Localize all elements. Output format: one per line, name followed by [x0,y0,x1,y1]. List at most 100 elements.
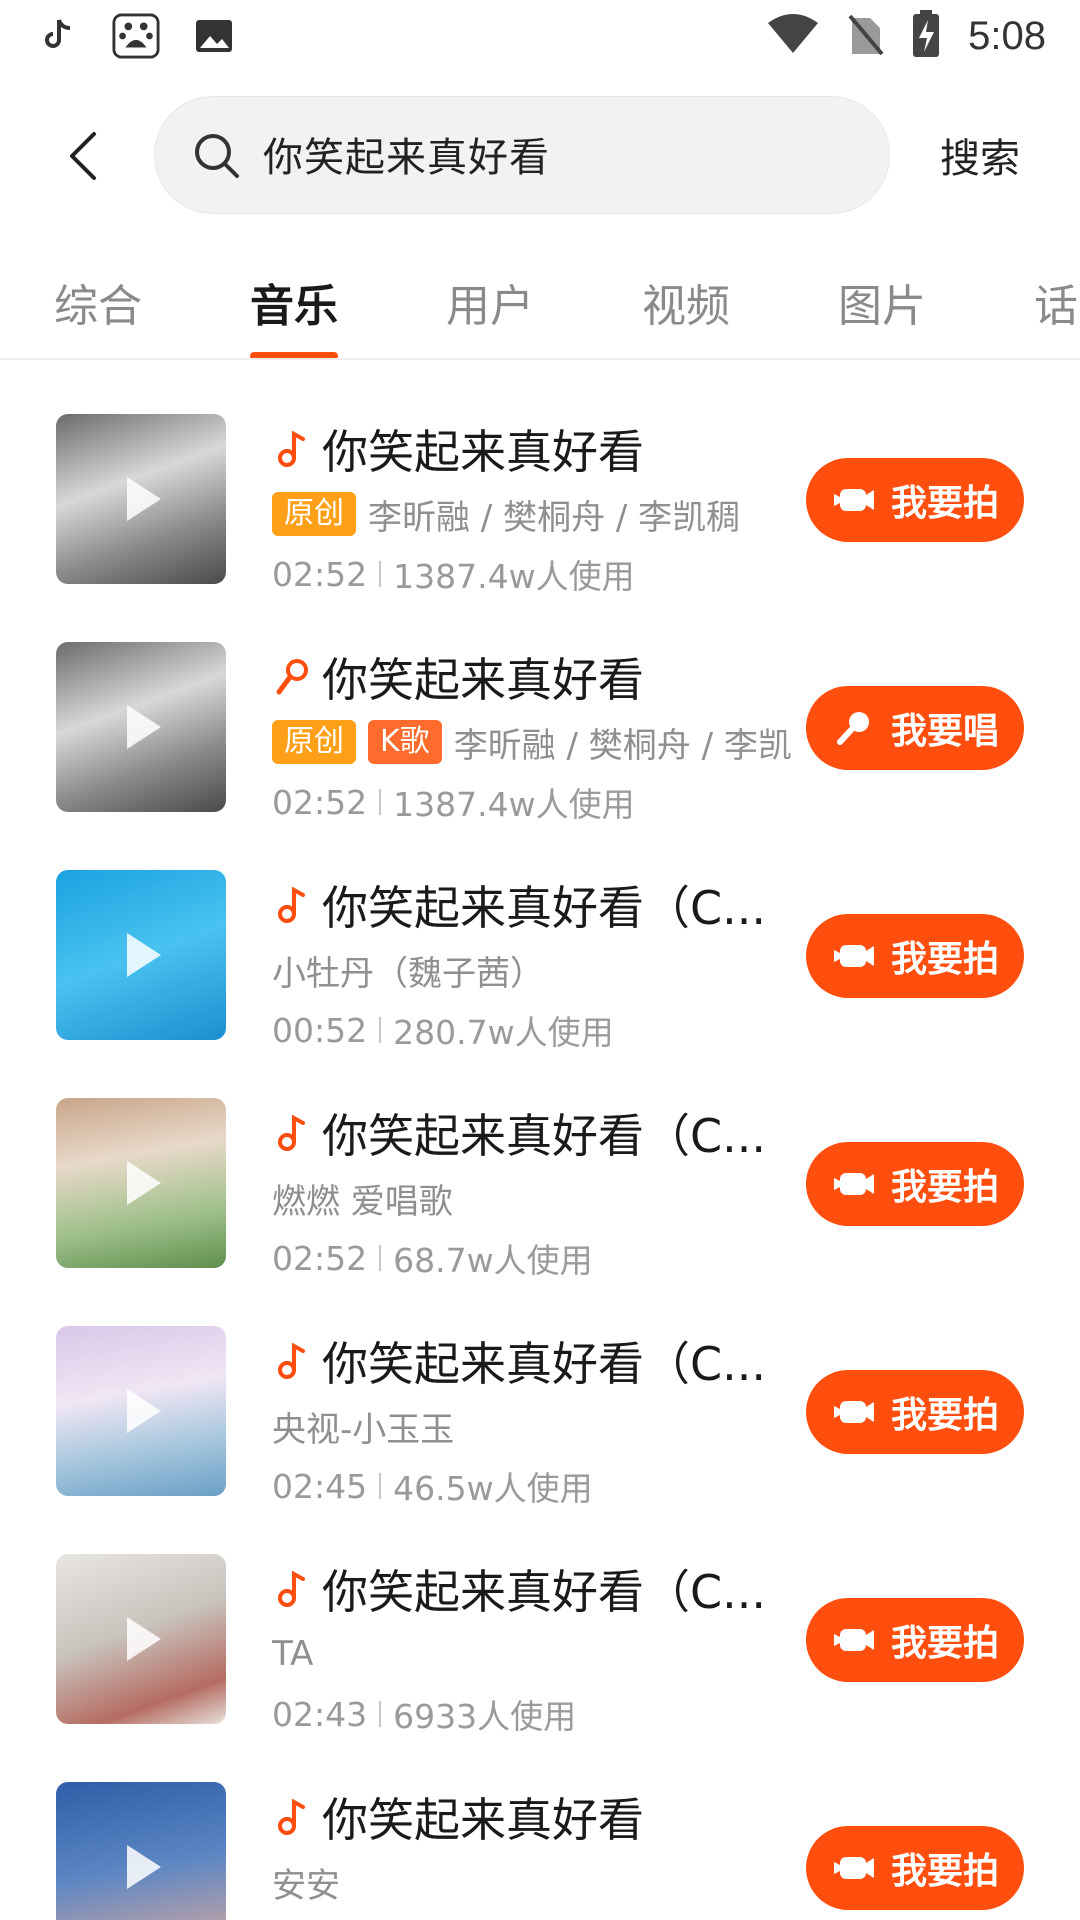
song-title: 你笑起来真好看 [322,425,644,479]
divider [379,561,382,587]
search-icon [195,134,239,178]
music-note-icon [272,882,312,928]
list-item[interactable]: 你笑起来真好看（C... 央视-小玉玉 02:45 46.5w人使用 我要拍 [0,1326,1080,1554]
tab-comprehensive[interactable]: 综合 [54,270,142,334]
song-title: 你笑起来真好看 [322,653,644,707]
music-note-icon [272,1110,312,1156]
list-item[interactable]: 你笑起来真好看（C... 小牡丹（魏子茜） 00:52 280.7w人使用 我要… [0,870,1080,1098]
action-label: 我要拍 [890,1167,999,1208]
search-header: 你笑起来真好看 搜索 [0,96,1080,216]
usage-count: 280.7w人使用 [393,1013,614,1052]
song-title: 你笑起来真好看（C... [322,881,766,935]
play-icon [127,933,161,977]
tab-music[interactable]: 音乐 [250,270,338,334]
action-label: 我要拍 [890,1395,999,1436]
video-camera-icon [831,1396,877,1428]
divider [379,1245,382,1271]
microphone-icon [272,654,312,700]
cover-image [56,870,226,1040]
divider [379,1701,382,1727]
no-sim-icon [848,12,884,60]
artist-name: 燃燃 爱唱歌 [272,1181,453,1222]
cover-image [56,1782,226,1920]
duration: 02:43 [272,1694,368,1734]
cover-image [56,1098,226,1268]
duration: 02:52 [272,1238,368,1278]
play-icon [127,705,161,749]
action-label: 我要拍 [890,939,999,980]
play-icon [127,477,161,521]
shoot-button[interactable]: 我要拍 [806,1826,1024,1910]
shoot-button[interactable]: 我要拍 [806,1370,1024,1454]
song-title: 你笑起来真好看（C... [322,1337,766,1391]
usage-count: 68.7w人使用 [393,1241,593,1280]
action-label: 我要拍 [890,1623,999,1664]
divider [379,1017,382,1043]
tab-images[interactable]: 图片 [838,270,926,334]
list-item[interactable]: 你笑起来真好看 原创 K歌 李昕融 / 樊桐舟 / 李凯 02:52 1387.… [0,642,1080,870]
list-item[interactable]: 你笑起来真好看 安安 我要拍 [0,1782,1080,1920]
original-badge: 原创 [272,720,356,764]
chevron-left-icon [70,132,96,180]
duration: 02:45 [272,1466,368,1506]
video-camera-icon [831,1168,877,1200]
status-bar: 5:08 [0,0,1080,75]
play-icon [127,1389,161,1433]
music-note-icon [272,426,312,472]
video-camera-icon [831,1852,877,1884]
action-label: 我要拍 [890,483,999,524]
usage-count: 46.5w人使用 [393,1469,593,1508]
video-camera-icon [831,1624,877,1656]
song-title: 你笑起来真好看（C... [322,1565,766,1619]
music-note-icon [272,1338,312,1384]
shoot-button[interactable]: 我要拍 [806,914,1024,998]
tab-users[interactable]: 用户 [446,270,534,334]
song-title: 你笑起来真好看 [322,1793,644,1847]
music-note-icon [272,1566,312,1612]
list-item[interactable]: 你笑起来真好看（C... 燃燃 爱唱歌 02:52 68.7w人使用 我要拍 [0,1098,1080,1326]
battery-charging-icon [912,10,940,62]
shoot-button[interactable]: 我要拍 [806,458,1024,542]
artist-name: 小牡丹（魏子茜） [272,953,544,994]
action-label: 我要唱 [890,711,999,752]
play-icon [127,1845,161,1889]
karaoke-badge: K歌 [368,720,442,764]
tab-indicator [250,352,338,358]
search-button[interactable]: 搜索 [940,126,1020,184]
video-camera-icon [831,940,877,972]
play-icon [127,1617,161,1661]
artist-name: 安安 [272,1865,340,1906]
cover-image [56,1326,226,1496]
divider [379,789,382,815]
sing-button[interactable]: 我要唱 [806,686,1024,770]
divider [379,1473,382,1499]
shoot-button[interactable]: 我要拍 [806,1142,1024,1226]
gallery-icon [190,12,238,60]
status-right-icons: 5:08 [766,10,1046,62]
shoot-button[interactable]: 我要拍 [806,1598,1024,1682]
cover-image [56,642,226,812]
list-item[interactable]: 你笑起来真好看 原创 李昕融 / 樊桐舟 / 李凯稠 02:52 1387.4w… [0,414,1080,642]
artist-name: 李昕融 / 樊桐舟 / 李凯 [453,725,792,766]
usage-count: 1387.4w人使用 [393,785,635,824]
microphone-icon [831,712,877,745]
artist-name: TA [272,1634,314,1674]
duration: 02:52 [272,782,368,822]
search-input[interactable]: 你笑起来真好看 [154,96,890,214]
play-icon [127,1161,161,1205]
status-time: 5:08 [968,13,1046,58]
search-query: 你笑起来真好看 [263,135,550,181]
usage-count: 1387.4w人使用 [393,557,635,596]
list-item[interactable]: 你笑起来真好看（C... TA 02:43 6933人使用 我要拍 [0,1554,1080,1782]
tab-topics[interactable]: 话 [1034,270,1078,334]
cover-image [56,414,226,584]
artist-name: 央视-小玉玉 [272,1409,455,1450]
cover-image [56,1554,226,1724]
back-button[interactable] [52,124,112,188]
wifi-icon [766,13,820,59]
tab-videos[interactable]: 视频 [642,270,730,334]
duration: 02:52 [272,554,368,594]
result-tabs: 综合 音乐 用户 视频 图片 话 [0,262,1080,360]
baidu-icon [112,12,160,60]
original-badge: 原创 [272,492,356,536]
